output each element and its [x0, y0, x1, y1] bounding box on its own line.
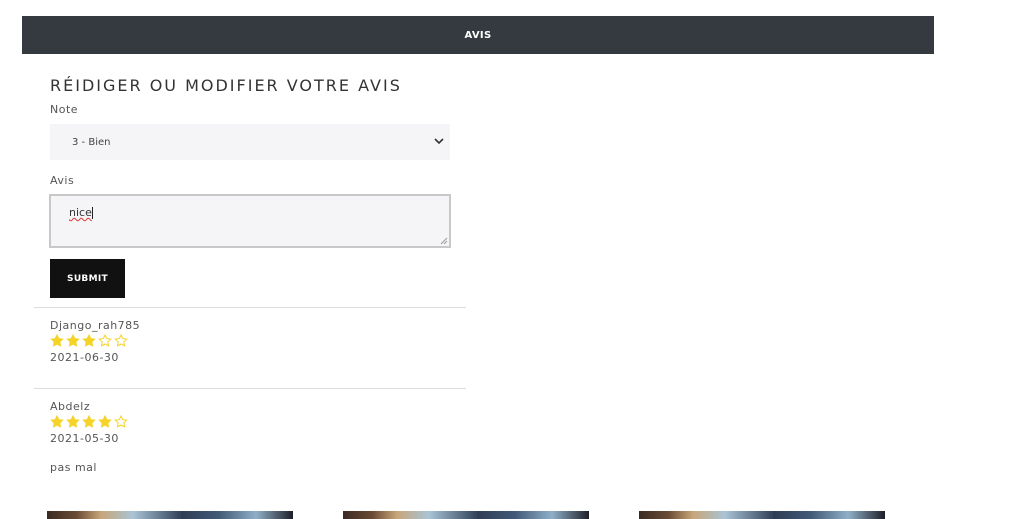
- review-date: 2021-05-30: [50, 432, 119, 445]
- rating-select[interactable]: 3 - Bien: [50, 124, 450, 160]
- star-empty-icon: [98, 334, 112, 347]
- review-form-title: RÉIDIGER OU MODIFIER VOTRE AVIS: [50, 76, 402, 95]
- star-filled-icon: [82, 334, 96, 347]
- star-filled-icon: [66, 334, 80, 347]
- product-thumbnail[interactable]: [639, 511, 885, 519]
- divider: [34, 307, 466, 308]
- star-filled-icon: [66, 415, 80, 428]
- review-date: 2021-06-30: [50, 351, 119, 364]
- star-filled-icon: [98, 415, 112, 428]
- rating-select-value: 3 - Bien: [72, 136, 111, 148]
- review-textarea[interactable]: nice: [49, 194, 451, 248]
- star-rating: [50, 334, 128, 348]
- star-filled-icon: [50, 415, 64, 428]
- star-rating: [50, 415, 128, 429]
- chevron-down-icon: [434, 138, 444, 145]
- divider: [34, 388, 466, 389]
- product-thumbnail[interactable]: [343, 511, 589, 519]
- review-author: Django_rah785: [50, 319, 141, 332]
- star-empty-icon: [114, 334, 128, 347]
- star-empty-icon: [114, 415, 128, 428]
- review-text: pas mal: [50, 461, 97, 474]
- star-filled-icon: [82, 415, 96, 428]
- submit-button[interactable]: SUBMIT: [50, 259, 125, 298]
- review-textarea-value: nice: [69, 206, 92, 219]
- reviews-tab-bar: AVIS: [22, 16, 934, 54]
- text-caret: [91, 207, 93, 219]
- resize-grip-icon[interactable]: [440, 237, 448, 245]
- product-thumbnail[interactable]: [47, 511, 293, 519]
- tab-avis[interactable]: AVIS: [465, 30, 492, 41]
- rating-label: Note: [50, 103, 79, 116]
- star-filled-icon: [50, 334, 64, 347]
- review-label: Avis: [50, 174, 75, 187]
- review-author: Abdelz: [50, 400, 91, 413]
